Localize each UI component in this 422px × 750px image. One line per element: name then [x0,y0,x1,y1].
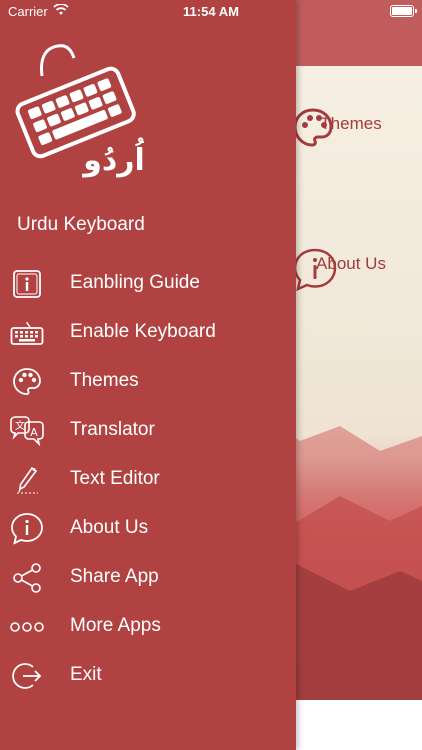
menu-item-label: More Apps [70,615,161,636]
svg-text:文: 文 [15,419,25,432]
translate-icon: 文 A [9,413,45,449]
menu-item-label: Themes [70,370,139,391]
pen-icon [9,462,45,498]
menu-item-share-app[interactable]: Share App [0,553,296,602]
themes-tile[interactable]: Themes [291,106,411,147]
app-name-title: Urdu Keyboard [17,214,145,235]
palette-icon [293,108,333,147]
keyboard-icon [9,315,45,351]
menu-item-enable-keyboard[interactable]: Enable Keyboard [0,308,296,357]
status-bar: Carrier 11:54 AM [0,0,422,24]
menu-item-about-us[interactable]: About Us [0,504,296,553]
menu-item-label: About Us [70,517,149,538]
drawer-menu: Eanbling Guide Enable Keyboard Themes 文 … [0,259,296,700]
menu-item-label: Text Editor [70,468,160,489]
menu-item-label: Exit [70,664,102,685]
app-logo: اُردُو [14,38,154,183]
exit-icon [9,658,45,694]
menu-item-translator[interactable]: 文 A Translator [0,406,296,455]
menu-item-text-editor[interactable]: Text Editor [0,455,296,504]
menu-item-exit[interactable]: Exit [0,651,296,700]
more-dots-icon [9,609,45,645]
side-drawer: اُردُو Urdu Keyboard Eanbling Guide Enab… [0,0,296,750]
palette-icon [9,364,45,400]
clock-time: 11:54 AM [183,4,239,19]
share-icon [9,560,45,596]
keyboard-logo-icon: اُردُو [15,44,145,178]
urdu-logo-text: اُردُو [81,136,145,178]
svg-text:A: A [30,426,38,439]
info-square-icon [9,266,45,302]
menu-item-enabling-guide[interactable]: Eanbling Guide [0,259,296,308]
menu-item-label: Translator [70,419,155,440]
menu-item-themes[interactable]: Themes [0,357,296,406]
about-us-tile[interactable]: About Us [291,246,411,292]
menu-item-label: Enable Keyboard [70,321,216,342]
menu-item-label: Eanbling Guide [70,272,200,293]
menu-item-label: Share App [70,566,159,587]
menu-item-more-apps[interactable]: More Apps [0,602,296,651]
info-bubble-icon [9,511,45,547]
battery-icon [390,5,417,17]
info-bubble-icon [293,248,337,292]
